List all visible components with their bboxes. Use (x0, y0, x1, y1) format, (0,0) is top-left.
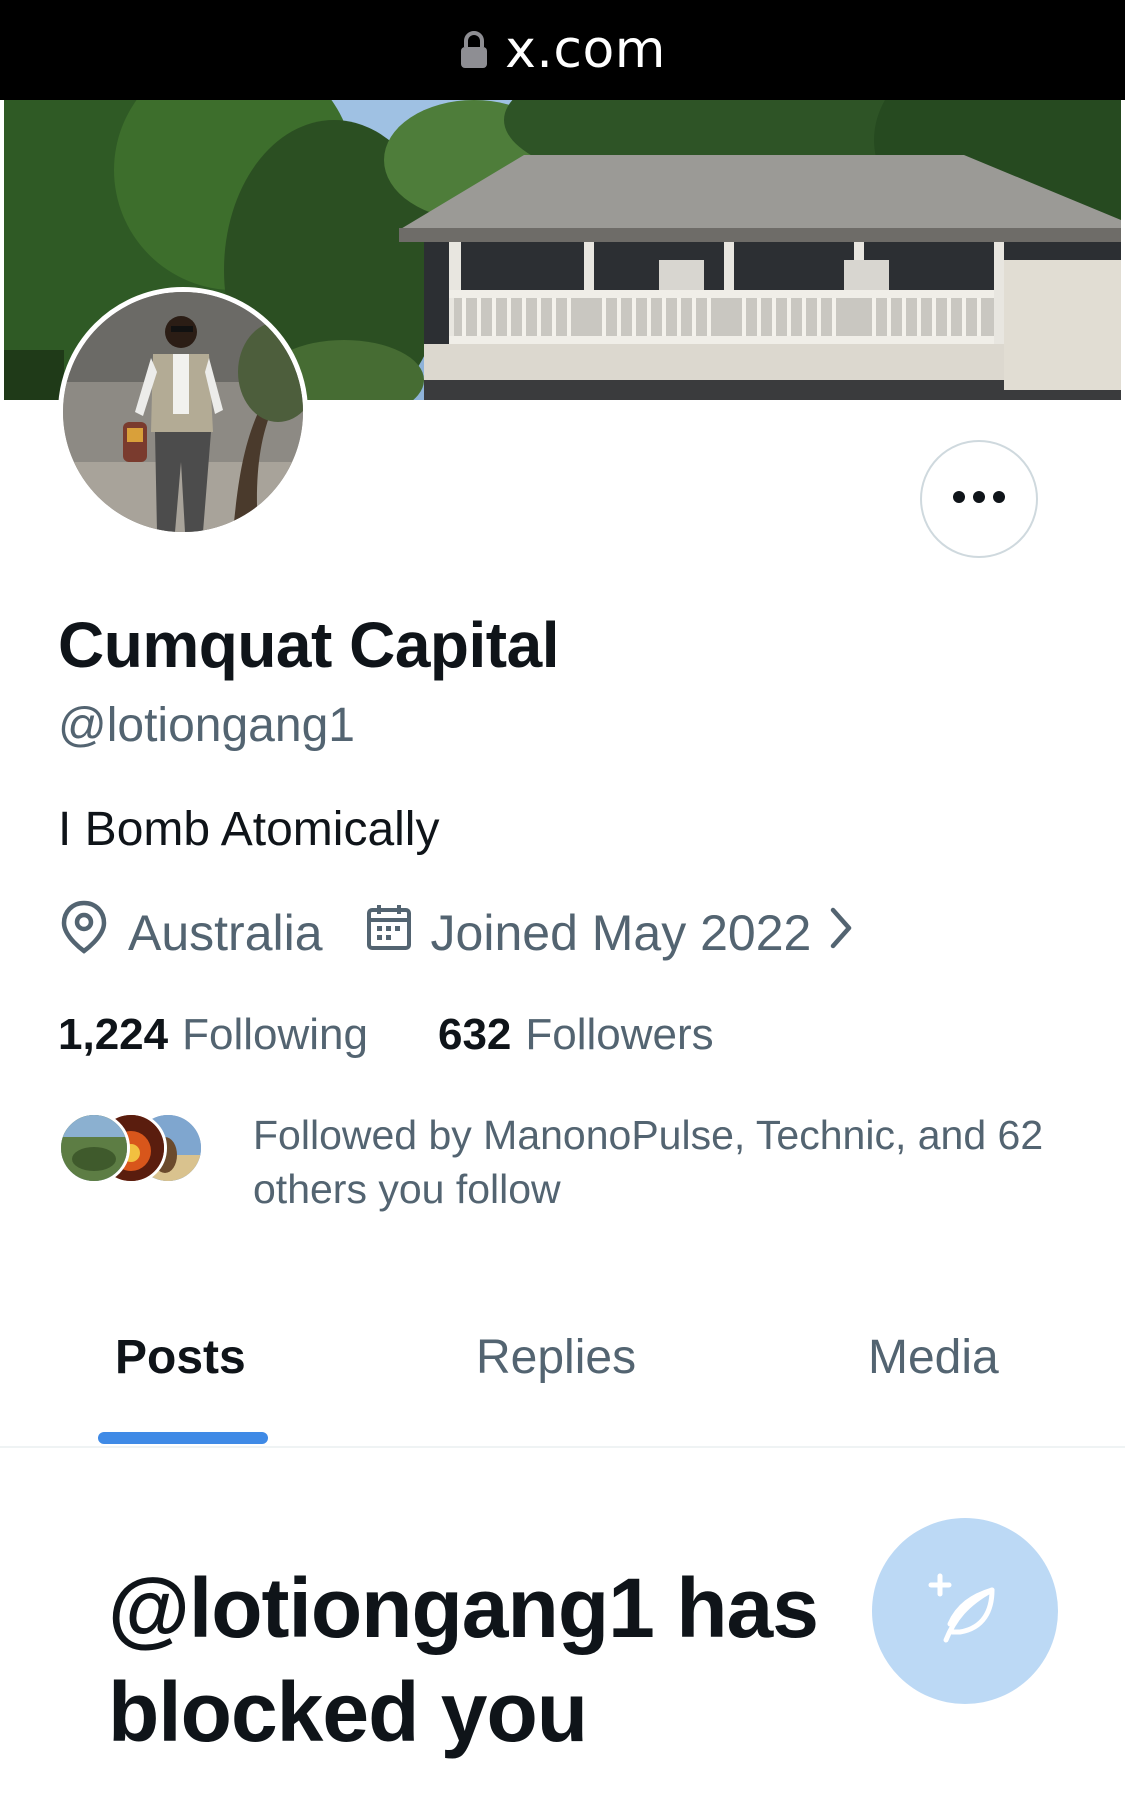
followers-link[interactable]: 632 Followers (438, 1010, 714, 1060)
profile-handle: @lotiongang1 (58, 699, 355, 752)
following-label: Following (182, 1010, 368, 1059)
tab-media[interactable]: Media (868, 1330, 999, 1385)
profile-bio: I Bomb Atomically (58, 803, 440, 856)
location-text: Australia (128, 905, 323, 961)
following-count: 1,224 (58, 1010, 169, 1059)
more-icon (952, 490, 1006, 509)
profile-location: Australia (58, 899, 323, 967)
followers-count: 632 (437, 1010, 512, 1059)
joined-text: Joined May 2022 (430, 905, 812, 961)
tab-posts[interactable]: Posts (115, 1330, 246, 1385)
avatar (58, 1112, 130, 1184)
profile-joined[interactable]: Joined May 2022 (365, 902, 874, 964)
following-link[interactable]: 1,224 Following (58, 1010, 368, 1060)
profile-stats: 1,224 Following 632 Followers (58, 1010, 714, 1060)
profile-avatar[interactable] (58, 287, 308, 537)
follower-avatars (58, 1112, 218, 1188)
more-options-button[interactable] (920, 440, 1038, 558)
active-tab-indicator (98, 1432, 268, 1444)
calendar-icon (365, 902, 431, 964)
followed-by-section[interactable]: Followed by ManonoPulse, Technic, and 62… (58, 1108, 1073, 1218)
profile-name: Cumquat Capital (58, 609, 559, 681)
followed-by-text: Followed by ManonoPulse, Technic, and 62… (253, 1112, 1044, 1212)
followers-label: Followers (525, 1010, 714, 1059)
location-pin-icon (58, 899, 128, 967)
compose-post-icon (926, 1570, 1004, 1653)
blocked-message: @lotiongang1 has blocked you (108, 1561, 819, 1759)
profile-meta: Australia Joined May 2022 (58, 900, 873, 966)
lock-icon (459, 30, 489, 75)
tab-replies[interactable]: Replies (476, 1330, 636, 1385)
chevron-right-icon (827, 904, 873, 962)
url-text: x.com (505, 20, 666, 80)
browser-address-bar[interactable]: x.com (0, 0, 1125, 100)
profile-tabs: Posts Replies Media (0, 1300, 1125, 1448)
compose-post-button[interactable] (872, 1518, 1058, 1704)
